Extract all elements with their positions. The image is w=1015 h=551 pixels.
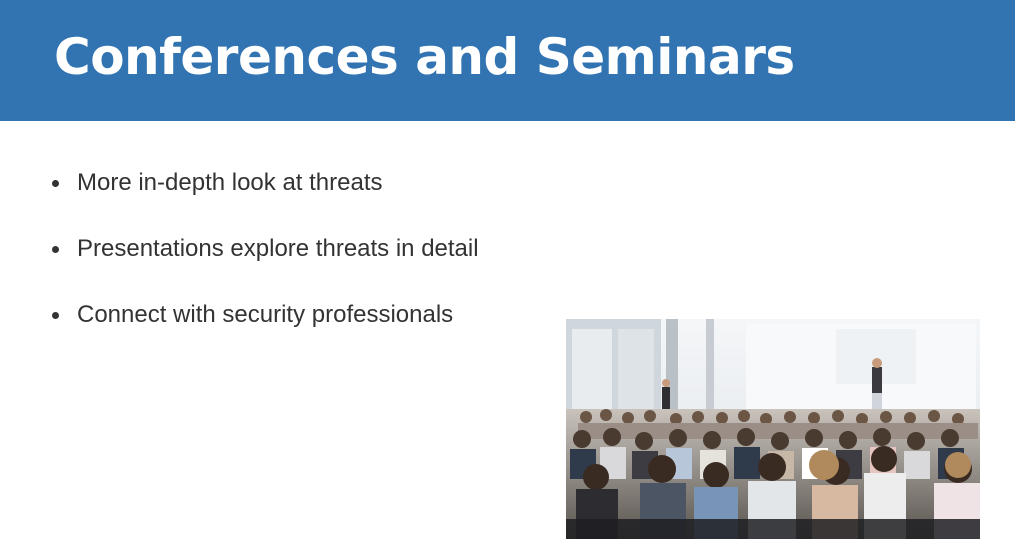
bullet-text: Connect with security professionals [77, 301, 454, 328]
bullet-icon [52, 311, 59, 319]
bullet-text: More in-depth look at threats [77, 169, 383, 196]
bullet-item: More in-depth look at threats [52, 150, 479, 216]
bullet-item: Presentations explore threats in detail [52, 216, 479, 282]
slide: Conferences and Seminars More in-depth l… [0, 0, 1015, 551]
title-banner: Conferences and Seminars [0, 0, 1015, 121]
conference-audience-photo [566, 319, 980, 539]
bullet-icon [52, 245, 59, 253]
bullet-text: Presentations explore threats in detail [77, 235, 479, 262]
slide-title: Conferences and Seminars [54, 28, 795, 86]
bullet-icon [52, 179, 59, 187]
bullet-item: Connect with security professionals [52, 282, 479, 348]
bullet-list: More in-depth look at threats Presentati… [52, 150, 479, 348]
